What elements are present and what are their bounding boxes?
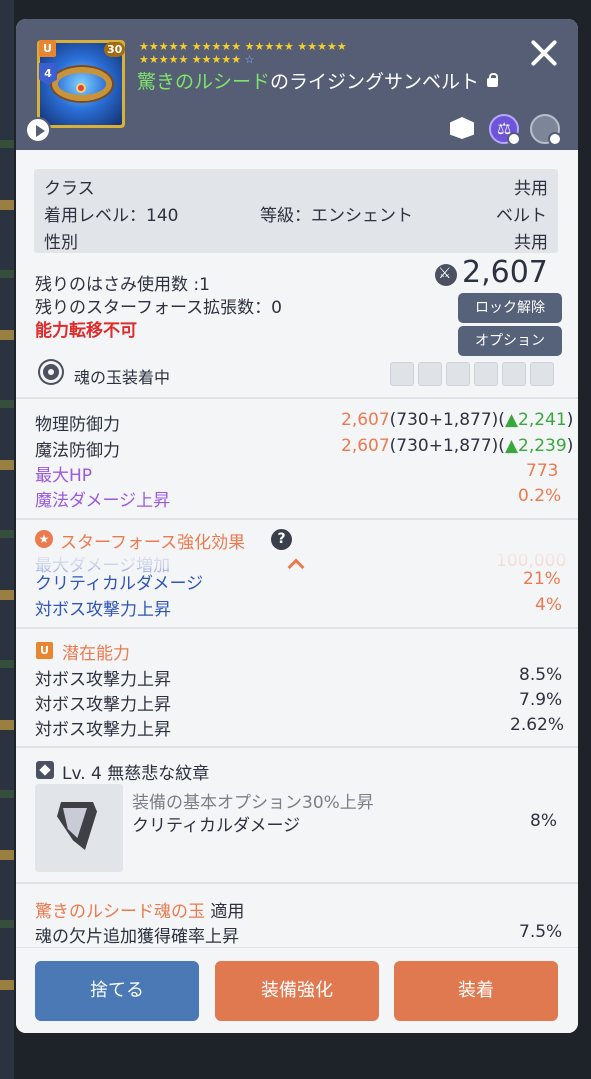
type-value: ベルト [496,206,547,226]
level-label: 着用レベル：140 [44,206,179,226]
potential-stat-name: 対ボス攻撃力上昇 [35,670,171,690]
discard-button[interactable]: 捨てる [35,961,199,1021]
soul-effect-value: 7.5% [519,922,563,942]
stars-row-1: ★★★★★ ★★★★★ ★★★★★ ★★★★★ [139,40,347,53]
stat-total: 2,607 [341,410,390,430]
item-detail-modal: U 4 30 ★★★★★ ★★★★★ ★★★★★ ★★★★★ ★★★★★ ★★★… [16,19,578,1033]
equip-button[interactable]: 装着 [394,961,558,1021]
divider [16,518,578,520]
stat-up: ▲2,241 [504,410,567,430]
class-label: クラス [44,179,95,199]
stat-value: 2,607(730+1,877)(▲2,239) [341,436,573,456]
lock-icon [487,73,499,87]
storage-box-icon[interactable] [450,117,474,139]
option-button[interactable]: オプション [458,326,562,356]
soul-applied: 適用 [210,902,245,922]
potential-title: 潜在能力 [62,644,130,664]
stat-value: 773 [526,461,559,481]
starforce-extension: 残りのスターフォース拡張数：0 [35,298,282,318]
gender-label: 性別 [44,233,78,253]
action-bar: 捨てる 装備強化 装着 [16,947,578,1033]
class-value: 共用 [514,179,548,199]
unlock-button[interactable]: ロック解除 [458,293,562,323]
starforce-stat-value: 21% [523,569,561,589]
divider [16,882,578,884]
stat-detail: (730+1,877)( [389,410,505,430]
divider [16,746,578,748]
star-empty-icon: ☆ [244,53,255,66]
star-rating: ★★★★★ ★★★★★ ★★★★★ ★★★★★ ★★★★★ ★★★★★ ☆ [139,40,439,66]
stat-value: 0.2% [518,486,562,506]
potential-stat-name: 対ボス攻撃力上昇 [35,720,171,740]
item-title-suffix: のライジングサンベルト [270,71,480,93]
potential-stat-value: 8.5% [519,665,563,685]
sword-slot-icon [390,362,414,386]
attack-power-value: 2,607 [462,255,548,290]
scissors-remaining: 残りのはさみ使用数 :1 [35,275,210,295]
help-icon[interactable]: ? [271,529,292,550]
starforce-stat-name: 対ボス攻撃力上昇 [35,600,171,620]
stat-name: 物理防御力 [35,415,120,435]
stat-close: ) [566,410,574,430]
collapse-chevron-icon[interactable] [286,555,306,575]
potential-rank-badge: U [36,642,53,659]
stat-name: 最大HP [35,466,93,486]
divider [16,627,578,629]
soul-icon [37,362,65,384]
stat-name: 魔法防御力 [35,441,120,461]
stars-row-2-filled: ★★★★★ ★★★★★ [139,53,242,66]
close-button[interactable] [526,35,562,71]
soul-equipped-label: 魂の玉装着中 [74,368,171,387]
gender-value: 共用 [514,233,548,253]
grade-label: 等級：エンシェント [260,206,413,226]
transfer-status: 能力転移不可 [35,321,137,341]
starforce-stat-value: 4% [535,595,562,615]
bone-slot-icon [474,362,498,386]
disabled-mark-icon [548,132,562,146]
settings-gear-icon[interactable] [530,114,562,146]
background-side-strip [0,140,14,1040]
emblem-icon [36,761,54,779]
soul-name: 驚きのルシード魂の玉 [35,902,205,922]
emblem-line-2: クリティカルダメージ [132,816,301,836]
modal-header: U 4 30 ★★★★★ ★★★★★ ★★★★★ ★★★★★ ★★★★★ ★★★… [16,19,578,150]
potential-stat-value: 2.62% [510,715,565,735]
enhance-button[interactable]: 装備強化 [215,961,379,1021]
starforce-stat-name: クリティカルダメージ [35,574,204,594]
stat-close: ) [566,436,574,456]
slot-icons [390,362,558,390]
stat-up: ▲2,239 [504,436,567,456]
stat-name: 魔法ダメージ上昇 [35,491,171,511]
potential-stat-name: 対ボス攻撃力上昇 [35,695,171,715]
link-slot-icon [446,362,470,386]
emblem-image [35,784,123,872]
emblem-line-1: 装備の基本オプション30%上昇 [132,793,374,813]
disabled-mark-icon [507,132,521,146]
soul-effect: 魂の欠片追加獲得確率上昇 [35,927,239,947]
arch-slot-icon [502,362,526,386]
emblem-value: 8% [530,811,557,831]
count-badge: 30 [104,42,126,57]
soul-name-row: 驚きのルシード魂の玉 適用 [35,897,244,922]
stat-value: 2,607(730+1,877)(▲2,241) [341,410,573,430]
item-title: 驚きのルシードのライジングサンベルト [137,67,499,94]
shield-slot-icon [530,362,554,386]
emblem-title: Lv. 4 無慈悲な紋章 [62,764,210,784]
starforce-title: スターフォース強化効果 [60,533,246,553]
belt-gem-icon [76,83,86,93]
play-icon[interactable] [25,117,51,143]
stars-row-2: ★★★★★ ★★★★★ ☆ [139,53,439,66]
divider [16,397,578,399]
stat-total: 2,607 [341,436,390,456]
trade-scale-icon[interactable] [489,114,521,146]
attack-power-icon [435,264,457,286]
starforce-star-icon: ★ [35,530,53,548]
item-title-prefix: 驚きのルシード [137,71,271,93]
rank-badge: U [39,40,56,57]
potential-stat-value: 7.9% [519,690,563,710]
stat-detail: (730+1,877)( [389,436,505,456]
helmet-slot-icon [418,362,442,386]
